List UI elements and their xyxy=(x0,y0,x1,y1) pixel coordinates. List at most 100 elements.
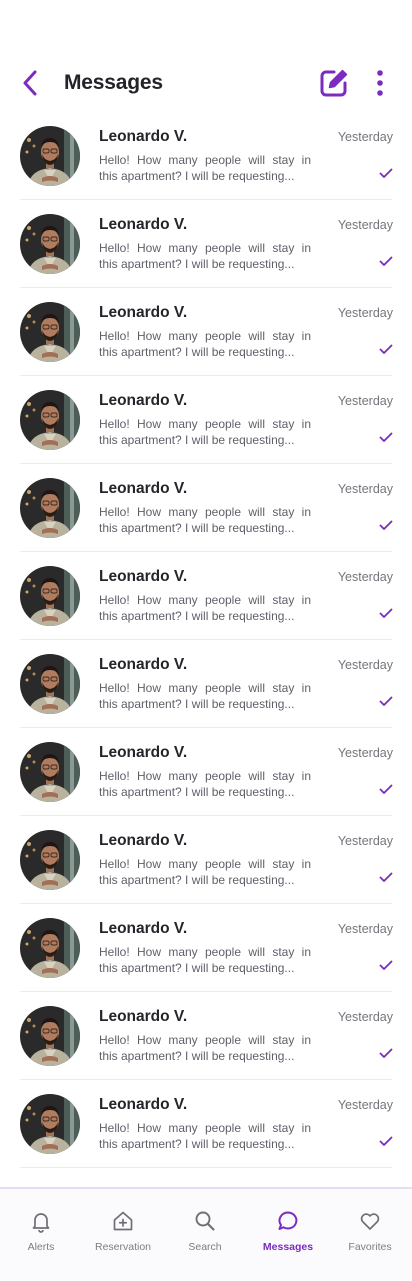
message-preview: Hello! How many people will stay in this… xyxy=(99,240,311,272)
kebab-menu-icon xyxy=(377,70,383,96)
compose-icon xyxy=(320,69,348,97)
conversation-item[interactable]: Leonardo V. Yesterday Hello! How many pe… xyxy=(0,288,412,376)
conversation-item[interactable]: Leonardo V. Yesterday Hello! How many pe… xyxy=(0,992,412,1080)
message-preview-line-2: this apartment? I will be requesting... xyxy=(99,1137,295,1151)
message-preview: Hello! How many people will stay in this… xyxy=(99,416,311,448)
nav-alerts[interactable]: Alerts xyxy=(0,1189,82,1281)
message-preview: Hello! How many people will stay in this… xyxy=(99,944,311,976)
contact-name: Leonardo V. xyxy=(99,304,188,321)
message-preview-line-1: Hello! How many people will stay in xyxy=(99,593,311,607)
message-preview-line-1: Hello! How many people will stay in xyxy=(99,945,311,959)
avatar xyxy=(20,830,80,890)
contact-name: Leonardo V. xyxy=(99,832,188,849)
conversation-item[interactable]: Leonardo V. Yesterday Hello! How many pe… xyxy=(0,728,412,816)
nav-messages[interactable]: Messages xyxy=(247,1189,329,1281)
message-preview-line-1: Hello! How many people will stay in xyxy=(99,153,311,167)
read-check-icon xyxy=(379,696,393,706)
conversation-item[interactable]: Leonardo V. Yesterday Hello! How many pe… xyxy=(0,552,412,640)
avatar xyxy=(20,654,80,714)
avatar xyxy=(20,478,80,538)
contact-name: Leonardo V. xyxy=(99,920,188,937)
conversation-list: Leonardo V. Yesterday Hello! How many pe… xyxy=(0,112,412,1168)
read-check-icon xyxy=(379,872,393,882)
message-preview: Hello! How many people will stay in this… xyxy=(99,592,311,624)
avatar xyxy=(20,214,80,274)
contact-name: Leonardo V. xyxy=(99,480,188,497)
message-timestamp: Yesterday xyxy=(337,922,393,936)
conversation-item[interactable]: Leonardo V. Yesterday Hello! How many pe… xyxy=(0,904,412,992)
message-preview-line-2: this apartment? I will be requesting... xyxy=(99,785,295,799)
nav-reservation[interactable]: Reservation xyxy=(82,1189,164,1281)
contact-name: Leonardo V. xyxy=(99,1096,188,1113)
message-preview-line-2: this apartment? I will be requesting... xyxy=(99,257,295,271)
message-timestamp: Yesterday xyxy=(337,834,393,848)
read-check-icon xyxy=(379,1048,393,1058)
chat-bubble-icon xyxy=(278,1211,298,1230)
message-preview-line-2: this apartment? I will be requesting... xyxy=(99,961,295,975)
read-check-icon xyxy=(379,960,393,970)
search-icon xyxy=(195,1211,215,1231)
message-preview-line-1: Hello! How many people will stay in xyxy=(99,417,311,431)
bell-icon xyxy=(32,1213,50,1233)
avatar xyxy=(20,742,80,802)
read-check-icon xyxy=(379,520,393,530)
message-preview-line-2: this apartment? I will be requesting... xyxy=(99,169,295,183)
heart-icon xyxy=(360,1213,380,1230)
contact-name: Leonardo V. xyxy=(99,1008,188,1025)
conversation-item[interactable]: Leonardo V. Yesterday Hello! How many pe… xyxy=(0,112,412,200)
read-check-icon xyxy=(379,1136,393,1146)
message-timestamp: Yesterday xyxy=(337,218,393,232)
message-preview: Hello! How many people will stay in this… xyxy=(99,1120,311,1152)
message-timestamp: Yesterday xyxy=(337,658,393,672)
message-preview: Hello! How many people will stay in this… xyxy=(99,1032,311,1064)
message-preview-line-1: Hello! How many people will stay in xyxy=(99,329,311,343)
more-options-button[interactable] xyxy=(370,69,390,97)
conversation-item[interactable]: Leonardo V. Yesterday Hello! How many pe… xyxy=(0,464,412,552)
message-timestamp: Yesterday xyxy=(337,482,393,496)
message-preview-line-1: Hello! How many people will stay in xyxy=(99,681,311,695)
message-preview-line-1: Hello! How many people will stay in xyxy=(99,857,311,871)
message-preview-line-2: this apartment? I will be requesting... xyxy=(99,521,295,535)
message-timestamp: Yesterday xyxy=(337,1098,393,1112)
read-check-icon xyxy=(379,608,393,618)
contact-name: Leonardo V. xyxy=(99,128,188,145)
message-preview: Hello! How many people will stay in this… xyxy=(99,328,311,360)
message-preview-line-1: Hello! How many people will stay in xyxy=(99,241,311,255)
contact-name: Leonardo V. xyxy=(99,392,188,409)
conversation-item[interactable]: Leonardo V. Yesterday Hello! How many pe… xyxy=(0,376,412,464)
message-timestamp: Yesterday xyxy=(337,306,393,320)
back-button[interactable] xyxy=(16,69,44,97)
read-check-icon xyxy=(379,784,393,794)
contact-name: Leonardo V. xyxy=(99,744,188,761)
conversation-item[interactable]: Leonardo V. Yesterday Hello! How many pe… xyxy=(0,640,412,728)
message-preview: Hello! How many people will stay in this… xyxy=(99,768,311,800)
chevron-left-icon xyxy=(23,70,37,96)
message-timestamp: Yesterday xyxy=(337,1010,393,1024)
message-preview-line-1: Hello! How many people will stay in xyxy=(99,505,311,519)
conversation-item[interactable]: Leonardo V. Yesterday Hello! How many pe… xyxy=(0,816,412,904)
avatar xyxy=(20,126,80,186)
contact-name: Leonardo V. xyxy=(99,656,188,673)
house-plus-icon xyxy=(113,1211,133,1231)
message-preview-line-2: this apartment? I will be requesting... xyxy=(99,697,295,711)
message-preview-line-1: Hello! How many people will stay in xyxy=(99,1121,311,1135)
message-timestamp: Yesterday xyxy=(337,394,393,408)
nav-favorites[interactable]: Favorites xyxy=(329,1189,411,1281)
message-timestamp: Yesterday xyxy=(337,746,393,760)
conversation-item[interactable]: Leonardo V. Yesterday Hello! How many pe… xyxy=(0,200,412,288)
top-app-bar: Messages xyxy=(0,60,412,106)
bottom-navigation: Alerts Reservation Search Messages Favor… xyxy=(0,1187,412,1281)
message-preview: Hello! How many people will stay in this… xyxy=(99,152,311,184)
page-title: Messages xyxy=(64,71,163,94)
message-timestamp: Yesterday xyxy=(337,130,393,144)
avatar xyxy=(20,918,80,978)
conversation-item[interactable]: Leonardo V. Yesterday Hello! How many pe… xyxy=(0,1080,412,1168)
message-preview-line-2: this apartment? I will be requesting... xyxy=(99,1049,295,1063)
read-check-icon xyxy=(379,256,393,266)
read-check-icon xyxy=(379,432,393,442)
nav-search[interactable]: Search xyxy=(164,1189,246,1281)
contact-name: Leonardo V. xyxy=(99,216,188,233)
message-preview-line-2: this apartment? I will be requesting... xyxy=(99,345,295,359)
compose-button[interactable] xyxy=(319,68,349,98)
divider xyxy=(20,1167,392,1168)
